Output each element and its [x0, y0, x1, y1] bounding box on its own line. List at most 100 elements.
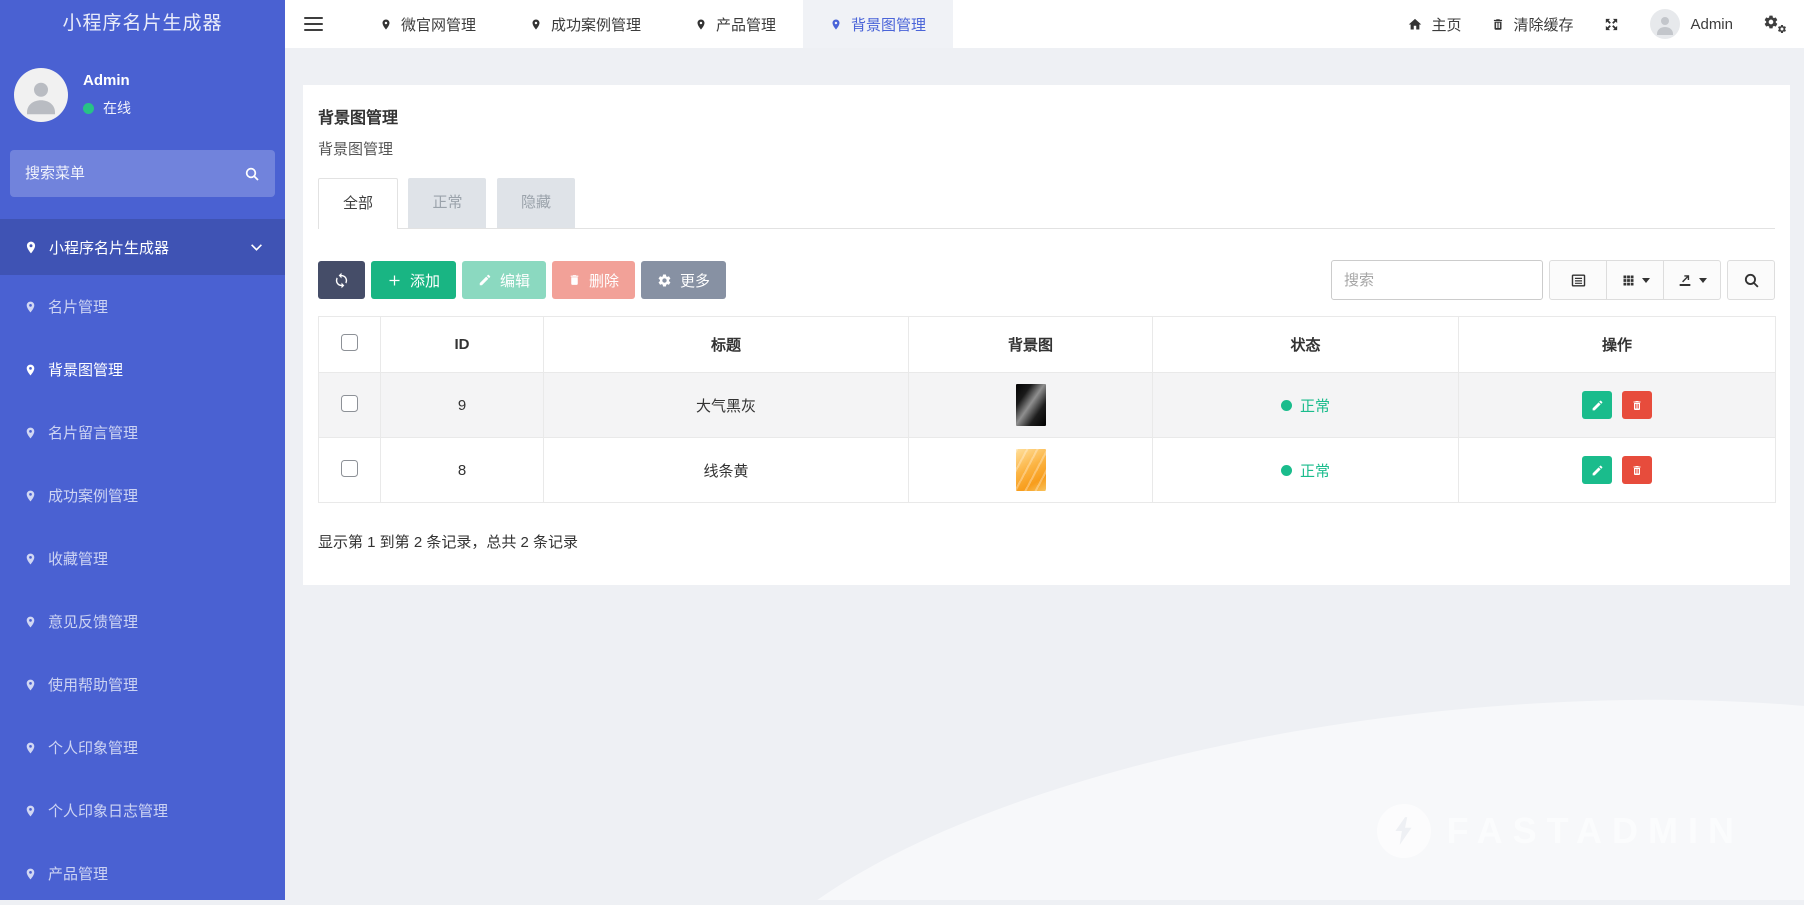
map-pin-icon: [24, 677, 37, 693]
map-pin-icon: [695, 17, 707, 32]
edit-button[interactable]: 编辑: [462, 261, 547, 299]
map-pin-icon: [24, 551, 37, 567]
sidebar-item-card-message-manage[interactable]: 名片留言管理: [0, 401, 285, 464]
plus-icon: [387, 273, 402, 288]
status-badge[interactable]: 正常: [1280, 395, 1330, 416]
column-header-actions[interactable]: 操作: [1458, 316, 1776, 373]
select-all-checkbox[interactable]: [341, 334, 358, 351]
map-pin-icon: [24, 614, 37, 630]
table-search-input[interactable]: [1331, 260, 1543, 300]
content-panel: 背景图管理 背景图管理 全部 正常 隐藏 添加 编辑 删除 更多 搜索 ID 标…: [303, 85, 1790, 585]
view-button-group: [1549, 260, 1721, 300]
settings-cogs-icon[interactable]: [1763, 14, 1787, 34]
sidebar-item-favorite-manage[interactable]: 收藏管理: [0, 527, 285, 590]
row-delete-button[interactable]: [1621, 456, 1652, 484]
cell-title: 大气黑灰: [543, 372, 909, 438]
sidebar-item-card-manage[interactable]: 名片管理: [0, 275, 285, 338]
tab-micro-site[interactable]: 微官网管理: [353, 0, 503, 48]
row-edit-button[interactable]: [1582, 456, 1613, 484]
map-pin-icon: [24, 488, 37, 504]
tab-success-case[interactable]: 成功案例管理: [503, 0, 668, 48]
menu-search-input[interactable]: [25, 165, 244, 182]
trash-icon: [1631, 399, 1643, 412]
status-label: 正常: [1299, 462, 1330, 480]
export-button[interactable]: [1663, 260, 1721, 300]
home-link[interactable]: 主页: [1407, 14, 1461, 35]
tab-label: 微官网管理: [401, 16, 477, 34]
row-checkbox[interactable]: [341, 394, 358, 412]
sidebar-item-help-manage[interactable]: 使用帮助管理: [0, 653, 285, 716]
tab-background-manage[interactable]: 背景图管理: [803, 0, 954, 48]
online-status-dot: [83, 102, 94, 114]
map-pin-icon: [530, 17, 542, 32]
lightning-bolt-icon: [1376, 804, 1431, 858]
pencil-icon: [1591, 399, 1604, 412]
sidebar-parent-label: 小程序名片生成器: [49, 239, 170, 257]
sidebar-username: Admin: [83, 72, 130, 89]
advanced-search-button[interactable]: [1727, 260, 1775, 300]
gear-icon: [657, 273, 672, 288]
online-status-label: 在线: [103, 100, 131, 116]
user-menu[interactable]: Admin: [1650, 9, 1733, 39]
sidebar-item-feedback-manage[interactable]: 意见反馈管理: [0, 590, 285, 653]
sidebar-item-label: 个人印象管理: [48, 740, 139, 757]
menu-search-box: [10, 150, 275, 197]
tab-product[interactable]: 产品管理: [668, 0, 803, 48]
filter-tab-all[interactable]: 全部: [318, 178, 399, 229]
search-icon[interactable]: [244, 166, 260, 182]
map-pin-icon: [830, 17, 842, 32]
detail-view-button[interactable]: [1549, 260, 1607, 300]
sidebar-item-impression-manage[interactable]: 个人印象管理: [0, 716, 285, 779]
row-edit-button[interactable]: [1582, 391, 1613, 419]
background-thumbnail[interactable]: [1015, 449, 1046, 491]
status-dot: [1280, 399, 1292, 411]
filter-tab-hidden[interactable]: 隐藏: [496, 178, 575, 228]
menu-toggle-icon[interactable]: [302, 11, 325, 38]
delete-button[interactable]: 删除: [552, 261, 636, 299]
sidebar-item-success-case-manage[interactable]: 成功案例管理: [0, 464, 285, 527]
navbar-right: 主页 清除缓存 Admin: [1407, 9, 1804, 39]
sidebar-item-label: 个人印象日志管理: [48, 803, 169, 820]
app-logo-title[interactable]: 小程序名片生成器: [0, 0, 285, 48]
table-toolbar: 添加 编辑 删除 更多: [318, 260, 1775, 300]
home-label: 主页: [1431, 16, 1462, 34]
avatar[interactable]: [14, 68, 68, 122]
map-pin-icon: [24, 803, 37, 819]
filter-tabs: 全部 正常 隐藏: [318, 178, 1775, 229]
column-header-id[interactable]: ID: [380, 316, 544, 373]
home-icon: [1407, 17, 1423, 32]
tab-label: 背景图管理: [851, 16, 927, 34]
watermark-brand: FASTADMIN: [1446, 810, 1744, 851]
status-badge[interactable]: 正常: [1280, 460, 1330, 481]
row-delete-button[interactable]: [1621, 391, 1652, 419]
table-header-row: ID 标题 背景图 状态 操作: [318, 316, 1776, 373]
sidebar-item-product-manage[interactable]: 产品管理: [0, 842, 285, 905]
row-checkbox[interactable]: [341, 459, 358, 477]
sidebar-item-impression-log-manage[interactable]: 个人印象日志管理: [0, 779, 285, 842]
sidebar-item-label: 产品管理: [48, 866, 109, 883]
column-header-title[interactable]: 标题: [543, 316, 909, 373]
more-button[interactable]: 更多: [641, 261, 727, 299]
online-status: 在线: [83, 98, 131, 118]
refresh-icon: [333, 272, 350, 289]
toolbar-right: [1331, 260, 1775, 300]
fullscreen-icon[interactable]: [1603, 16, 1620, 33]
columns-toggle-button[interactable]: [1606, 260, 1664, 300]
background-thumbnail[interactable]: [1015, 384, 1046, 426]
main-content: FASTADMIN 背景图管理 背景图管理 全部 正常 隐藏 添加 编辑 删除: [285, 48, 1804, 900]
map-pin-icon: [380, 17, 392, 32]
map-pin-icon: [24, 425, 37, 441]
clear-cache-link[interactable]: 清除缓存: [1491, 14, 1573, 35]
column-header-status[interactable]: 状态: [1152, 316, 1459, 373]
column-header-image[interactable]: 背景图: [908, 316, 1153, 373]
sidebar-item-background-manage[interactable]: 背景图管理: [0, 338, 285, 401]
filter-tab-normal[interactable]: 正常: [408, 178, 487, 228]
add-button[interactable]: 添加: [371, 261, 457, 299]
page-subtitle: 背景图管理: [318, 141, 394, 158]
sidebar-user-panel: Admin 在线: [0, 48, 285, 144]
refresh-button[interactable]: [318, 261, 365, 299]
pencil-icon: [1591, 464, 1604, 477]
sidebar-parent-item[interactable]: 小程序名片生成器: [0, 219, 285, 275]
background-table: ID 标题 背景图 状态 操作 9 大气黑灰 正常 8 线条黄 正常: [318, 316, 1776, 503]
export-icon: [1677, 272, 1693, 288]
